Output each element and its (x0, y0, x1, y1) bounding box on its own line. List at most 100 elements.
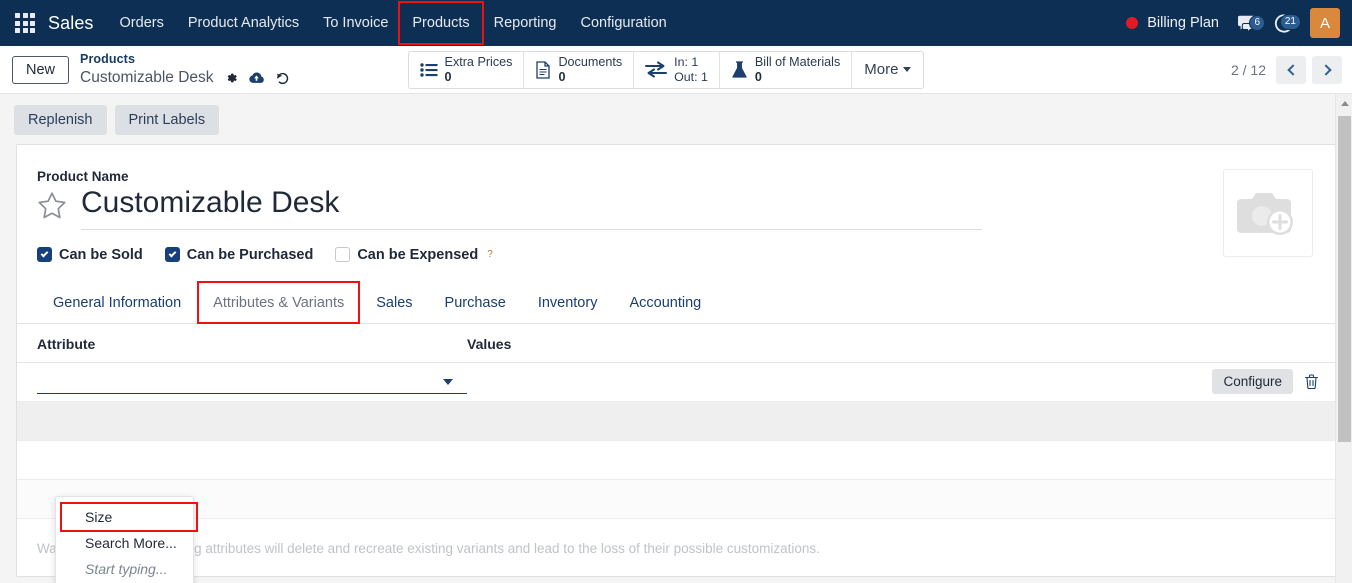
chevron-down-icon (903, 67, 912, 72)
attribute-autocomplete-input[interactable] (37, 369, 467, 394)
checkbox-label-can-be-purchased: Can be Purchased (186, 246, 314, 263)
checkbox-can-be-expensed[interactable]: Can be Expensed ? (335, 246, 493, 263)
tab-general-information[interactable]: General Information (37, 285, 197, 323)
replenish-button[interactable]: Replenish (14, 105, 107, 135)
app-brand-sales[interactable]: Sales (48, 13, 94, 34)
stat-label-documents: Documents (558, 54, 623, 69)
product-name-input[interactable] (81, 186, 982, 230)
scroll-thumb[interactable] (1338, 116, 1351, 442)
stat-button-bill-of-materials[interactable]: Bill of Materials 0 (720, 51, 853, 88)
stat-label-bom: Bill of Materials (754, 54, 841, 69)
activities-button[interactable]: 21 (1268, 13, 1301, 33)
dropdown-option-search-more[interactable]: Search More... (56, 530, 193, 556)
list-row-placeholder-3[interactable] (17, 479, 1335, 519)
camera-add-photo-icon (1237, 193, 1293, 235)
more-stat-buttons-dropdown[interactable]: More (852, 52, 923, 88)
stat-buttons-group: Extra Prices 0 Documents 0 In: 1 Out: 1 … (407, 50, 925, 89)
cloud-upload-icon[interactable] (248, 71, 265, 85)
attribute-lines-list: Attribute Values Configure Warning: addi… (17, 324, 1335, 576)
control-panel: New Products Customizable Desk Extra Pri… (0, 46, 1352, 94)
billing-plan-link[interactable]: Billing Plan (1147, 15, 1219, 31)
main-menu: Orders Product Analytics To Invoice Prod… (108, 0, 679, 46)
attribute-row-editing: Configure (17, 362, 1335, 402)
menu-item-to-invoice[interactable]: To Invoice (311, 0, 400, 46)
checkbox-can-be-purchased[interactable]: Can be Purchased (164, 246, 314, 263)
navbar-systray: Billing Plan 6 21 A (1126, 8, 1342, 38)
menu-item-orders[interactable]: Orders (108, 0, 176, 46)
pager-previous-button[interactable] (1276, 55, 1306, 84)
pager-next-button[interactable] (1312, 55, 1342, 84)
product-title-row (37, 186, 982, 230)
product-image-upload[interactable] (1223, 169, 1313, 257)
record-action-buttons: Replenish Print Labels (0, 94, 1352, 144)
pager-counter: 2 / 12 (1230, 61, 1266, 78)
list-pricing-icon (419, 62, 438, 77)
list-row-placeholder-2[interactable] (17, 440, 1335, 480)
more-label: More (864, 61, 899, 78)
document-icon (536, 60, 551, 79)
menu-item-product-analytics[interactable]: Product Analytics (176, 0, 311, 46)
grid-apps-icon (15, 13, 35, 33)
dropdown-option-size[interactable]: Size (56, 502, 198, 532)
in-out-arrows-icon (645, 61, 668, 78)
status-dot-icon (1126, 17, 1139, 29)
messages-button[interactable]: 6 (1231, 14, 1265, 33)
stat-value-documents: 0 (558, 69, 566, 84)
new-record-button[interactable]: New (12, 55, 70, 84)
attributes-warning-note: Warning: adding or deleting attributes w… (37, 540, 820, 556)
tab-accounting[interactable]: Accounting (613, 285, 717, 323)
checkbox-checked-icon (164, 247, 180, 262)
product-name-label: Product Name (37, 169, 129, 184)
menu-item-products[interactable]: Products (398, 0, 484, 46)
record-pager: 2 / 12 (1230, 55, 1342, 84)
attribute-autocomplete-dropdown: Size Search More... Start typing... (55, 496, 198, 583)
tab-sales[interactable]: Sales (360, 285, 428, 323)
delete-row-button[interactable] (1302, 372, 1321, 392)
stat-button-documents[interactable]: Documents 0 (524, 51, 635, 88)
form-sheet-inner: Product Name Can be Sold (17, 145, 1335, 576)
breadcrumb-record-name: Customizable Desk (80, 68, 214, 86)
scroll-up-button[interactable] (1336, 94, 1352, 112)
attribute-row-actions: Configure (1212, 369, 1321, 394)
help-tooltip-icon[interactable]: ? (487, 249, 493, 260)
stat-value-extra-prices: 0 (444, 69, 452, 84)
gear-icon[interactable] (224, 71, 238, 85)
tab-inventory[interactable]: Inventory (522, 285, 614, 323)
checkbox-can-be-sold[interactable]: Can be Sold (37, 247, 143, 263)
dropdown-hint-start-typing: Start typing... (85, 561, 168, 577)
user-avatar[interactable]: A (1310, 8, 1340, 38)
undo-discard-icon[interactable] (275, 71, 290, 86)
messages-badge: 6 (1249, 14, 1265, 31)
product-flags-row: Can be Sold Can be Purchased Can be Expe… (37, 247, 1315, 263)
stat-label-extra-prices: Extra Prices (444, 54, 513, 69)
stat-button-extra-prices[interactable]: Extra Prices 0 (409, 51, 525, 88)
breadcrumb-current-row: Customizable Desk (80, 69, 290, 88)
stat-value-bom: 0 (754, 69, 762, 84)
menu-item-reporting[interactable]: Reporting (482, 0, 569, 46)
vertical-scrollbar[interactable] (1335, 94, 1352, 583)
odoo-product-form-screen: Sales Orders Product Analytics To Invoic… (0, 0, 1352, 583)
notebook-tabs: General Information Attributes & Variant… (17, 280, 1335, 324)
menu-item-configuration[interactable]: Configuration (569, 0, 679, 46)
breadcrumb-parent-products[interactable]: Products (80, 52, 290, 67)
checkbox-label-can-be-expensed: Can be Expensed (357, 246, 479, 263)
top-navbar: Sales Orders Product Analytics To Invoic… (0, 0, 1352, 46)
list-row-placeholder-1[interactable] (17, 401, 1335, 441)
tab-attributes-and-variants[interactable]: Attributes & Variants (197, 280, 361, 324)
star-outline-icon[interactable] (37, 191, 67, 225)
configure-button[interactable]: Configure (1212, 369, 1293, 394)
checkbox-unchecked-icon (335, 247, 351, 262)
apps-menu-button[interactable] (8, 6, 42, 40)
checkbox-label-can-be-sold: Can be Sold (59, 246, 143, 263)
print-labels-button[interactable]: Print Labels (114, 105, 220, 135)
activities-badge: 21 (1279, 14, 1301, 30)
column-header-values: Values (467, 335, 512, 352)
tab-purchase[interactable]: Purchase (429, 285, 522, 323)
attribute-field-cell (37, 369, 467, 394)
column-header-attribute: Attribute (37, 335, 96, 352)
stat-button-in-out[interactable]: In: 1 Out: 1 (634, 51, 720, 88)
chevron-right-icon (1319, 63, 1332, 76)
attribute-list-header: Attribute Values (17, 324, 1335, 363)
scroll-up-arrow-icon (1340, 100, 1349, 106)
flask-bom-icon (732, 60, 747, 78)
